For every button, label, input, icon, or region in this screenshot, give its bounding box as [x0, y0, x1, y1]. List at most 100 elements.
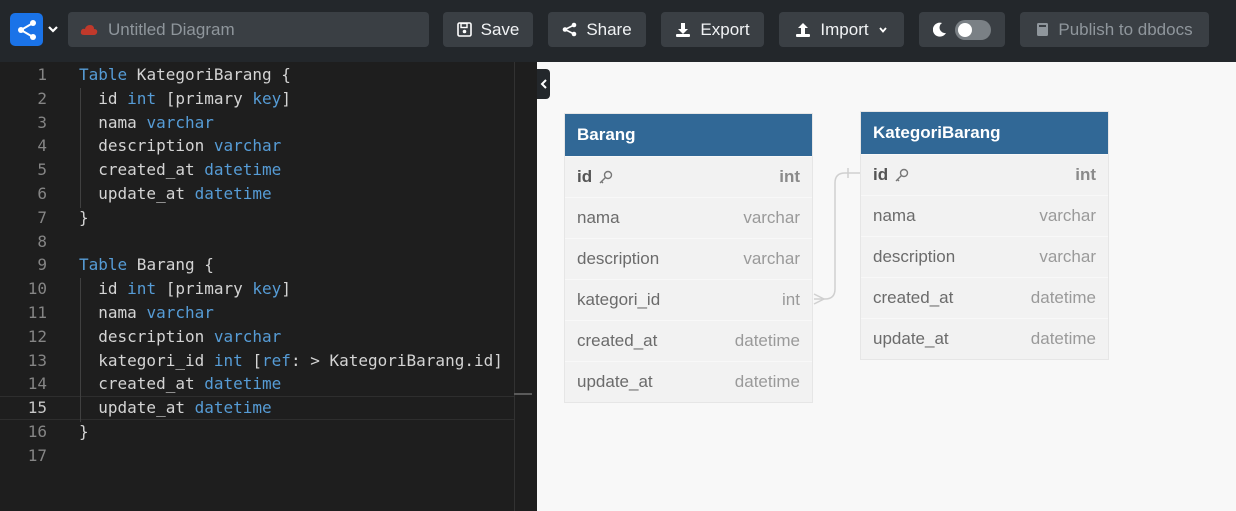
code-line[interactable]: 17	[0, 444, 514, 468]
export-button[interactable]: Export	[661, 12, 764, 47]
type-token: varchar	[146, 303, 214, 322]
diagram-title-field[interactable]	[68, 12, 429, 47]
publish-to-dbdocs-button[interactable]: Publish to dbdocs	[1020, 12, 1209, 47]
code-text: }	[79, 206, 89, 230]
import-button[interactable]: Import	[779, 12, 904, 47]
code-line[interactable]: 8	[0, 230, 514, 254]
keyword-token: Table	[79, 65, 128, 84]
field-name: created_at	[577, 331, 657, 351]
field-name-text: description	[577, 249, 660, 268]
share-button[interactable]: Share	[548, 12, 646, 47]
table-field-row[interactable]: id int	[565, 156, 812, 197]
field-name: nama	[873, 206, 916, 226]
code-line[interactable]: 6 update_at datetime	[0, 182, 514, 206]
table-field-row[interactable]: nama varchar	[565, 197, 812, 238]
field-name-text: nama	[577, 208, 620, 227]
code-text: nama varchar	[79, 111, 214, 135]
code-token: [primary	[156, 88, 253, 108]
chevron-down-icon[interactable]	[46, 22, 60, 36]
code-line[interactable]: 5 created_at datetime	[0, 158, 514, 182]
code-text: created_at datetime	[79, 158, 281, 182]
editor-scrollbar-track[interactable]	[514, 62, 515, 511]
code-line[interactable]: 16}	[0, 420, 514, 444]
line-number: 13	[27, 350, 47, 370]
line-number: 6	[37, 184, 47, 203]
theme-toggle[interactable]	[919, 12, 1005, 47]
code-line[interactable]: 12 description varchar	[0, 325, 514, 349]
table-field-row[interactable]: nama varchar	[861, 195, 1108, 236]
code-line[interactable]: 7}	[0, 206, 514, 230]
field-name: description	[577, 249, 659, 269]
table-field-row[interactable]: kategori_id int	[565, 279, 812, 320]
code-line[interactable]: 4 description varchar	[0, 134, 514, 158]
table-barang[interactable]: Barang id int nama varchar description varcha…	[565, 114, 812, 402]
code-token: KategoriBarang {	[127, 65, 291, 84]
table-field-row[interactable]: update_at datetime	[565, 361, 812, 402]
code-token: description	[79, 326, 214, 346]
save-button[interactable]: Save	[443, 12, 533, 47]
code-text: update_at datetime	[79, 182, 271, 206]
code-line[interactable]: 13 kategori_id int [ref: > KategoriBaran…	[0, 349, 514, 373]
code-line[interactable]: 14 created_at datetime	[0, 372, 514, 396]
line-number: 11	[27, 303, 47, 322]
key-icon	[599, 170, 613, 183]
type-token: varchar	[146, 112, 214, 132]
field-type: datetime	[734, 372, 800, 391]
indent-guide	[80, 88, 81, 208]
code-text: nama varchar	[79, 301, 214, 325]
dbml-code-editor[interactable]: 1 Table KategoriBarang { 2 id int [primary…	[0, 62, 537, 511]
code-token: }	[79, 422, 89, 441]
code-token: nama	[79, 303, 147, 322]
code-token: : > KategoriBarang.id]	[290, 350, 503, 370]
table-header[interactable]: KategoriBarang	[861, 112, 1108, 154]
code-token: created_at	[79, 160, 205, 180]
code-line[interactable]: 10 id int [primary key]	[0, 277, 514, 301]
code-token: id	[79, 279, 128, 299]
field-name: update_at	[577, 372, 653, 392]
type-token: varchar	[213, 136, 282, 156]
code-text: id int [primary key]	[79, 87, 291, 111]
code-token: ]	[281, 88, 291, 108]
code-token: created_at	[79, 374, 205, 394]
code-line[interactable]: 15 update_at datetime	[0, 396, 514, 421]
code-text: }	[79, 420, 89, 444]
theme-switch[interactable]	[955, 19, 991, 40]
code-text: description varchar	[79, 325, 281, 349]
field-type: datetime	[1030, 329, 1096, 348]
field-name-text: created_at	[873, 288, 954, 307]
code-line[interactable]: 11 nama varchar	[0, 301, 514, 325]
app-logo-button[interactable]	[10, 13, 43, 46]
field-type: datetime	[1030, 288, 1096, 307]
field-type: int	[779, 167, 800, 186]
table-field-row[interactable]: description varchar	[565, 238, 812, 279]
field-name-text: id	[577, 167, 593, 186]
line-number: 8	[37, 231, 47, 251]
field-name-text: update_at	[873, 329, 949, 348]
field-name-text: nama	[873, 206, 916, 225]
import-button-label: Import	[820, 19, 869, 39]
table-field-row[interactable]: description varchar	[861, 236, 1108, 277]
code-line[interactable]: 3 nama varchar	[0, 111, 514, 135]
table-field-row[interactable]: update_at datetime	[861, 318, 1108, 359]
code-text: kategori_id int [ref: > KategoriBarang.i…	[79, 349, 503, 373]
code-line[interactable]: 2 id int [primary key]	[0, 87, 514, 111]
table-field-row[interactable]: created_at datetime	[861, 277, 1108, 318]
code-token: ]	[281, 279, 291, 299]
code-line[interactable]: 1 Table KategoriBarang {	[0, 63, 514, 87]
field-type: varchar	[1039, 247, 1096, 266]
table-field-row[interactable]: id int	[861, 154, 1108, 195]
diagram-canvas[interactable]: Barang id int nama varchar description varcha…	[537, 62, 1236, 511]
line-number: 1	[37, 65, 47, 84]
type-token: int	[213, 350, 243, 370]
publish-button-label: Publish to dbdocs	[1058, 19, 1193, 39]
code-line[interactable]: 9 Table Barang {	[0, 253, 514, 277]
table-field-row[interactable]: created_at datetime	[565, 320, 812, 361]
diagram-title-input[interactable]	[108, 19, 408, 40]
type-token: varchar	[213, 326, 282, 346]
table-header[interactable]: Barang	[565, 114, 812, 156]
line-number: 12	[27, 326, 47, 346]
collapse-editor-button[interactable]	[537, 69, 550, 99]
code-text: created_at datetime	[79, 372, 281, 396]
moon-icon	[933, 22, 946, 37]
table-kategori-barang[interactable]: KategoriBarang id int nama varchar descripti…	[861, 112, 1108, 359]
